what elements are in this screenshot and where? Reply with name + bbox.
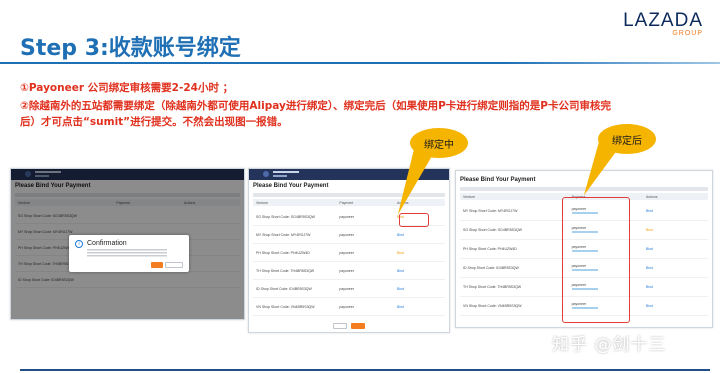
lazada-logo: LAZADA GROUP	[615, 10, 703, 37]
dialog-message	[87, 249, 167, 257]
table-row: PH Shop Short Code: PH4UZW4D payoneer Bi…	[253, 244, 445, 262]
table-row: VN Shop Short Code: VN4BR5S3QW payoneer …	[253, 298, 445, 316]
screenshot-binding-in-progress: Please Bind Your Payment Venture Payment…	[248, 168, 450, 333]
bind-action-link[interactable]: Bind	[646, 266, 708, 270]
bind-action-link[interactable]: Bind	[646, 285, 708, 289]
note-binding-rule: ②除越南外的五站都需要绑定（除越南外都可使用Alipay进行绑定）、绑定完后（如…	[20, 100, 611, 128]
cancel-button[interactable]	[333, 323, 347, 329]
note-review-time: ①Payoneer 公司绑定审核需要2-24小时 ；	[20, 82, 234, 94]
bind-action-link[interactable]: Bind	[397, 251, 445, 255]
form-buttons	[249, 323, 449, 329]
bind-action-link[interactable]: Bind	[397, 287, 445, 291]
callout-bound: 绑定后	[598, 124, 656, 154]
bind-action-link[interactable]: Bind	[646, 228, 708, 232]
footer-divider	[20, 369, 710, 371]
confirmation-dialog: i Confirmation	[69, 235, 189, 272]
callout-binding: 绑定中	[410, 128, 468, 158]
info-icon: i	[75, 240, 83, 248]
watermark: 知乎 @剑十三	[552, 335, 667, 355]
submit-button[interactable]	[351, 323, 365, 329]
bind-action-link[interactable]: Bind	[397, 233, 445, 237]
screenshot-error-dialog: Please Bind Your Payment Venture Payment…	[10, 168, 245, 320]
table-row: ID Shop Short Code: ID4BR5S3QW payoneer …	[253, 280, 445, 298]
table-row: TH Shop Short Code: TH4BR5S3QW payoneer …	[253, 262, 445, 280]
bind-action-link[interactable]: Bind	[397, 269, 445, 273]
dialog-ok-button[interactable]	[151, 262, 163, 268]
bind-action-link[interactable]: Bind	[397, 305, 445, 309]
bind-action-link[interactable]: Bind	[646, 304, 708, 308]
bind-action-link[interactable]: Bind	[646, 247, 708, 251]
bind-action-link[interactable]: Bind	[646, 209, 708, 213]
dialog-title: Confirmation	[87, 240, 127, 247]
table-row: MY Shop Short Code: MY4RGJ7W payoneer Bi…	[253, 226, 445, 244]
page-title: Step 3:收款账号绑定	[20, 36, 241, 61]
dialog-cancel-button[interactable]	[165, 262, 183, 268]
logo-brand: LAZADA	[623, 10, 703, 31]
bound-accounts-highlight	[562, 197, 630, 323]
table-header: Venture Payment Actions	[253, 199, 445, 206]
header-divider	[0, 62, 720, 64]
